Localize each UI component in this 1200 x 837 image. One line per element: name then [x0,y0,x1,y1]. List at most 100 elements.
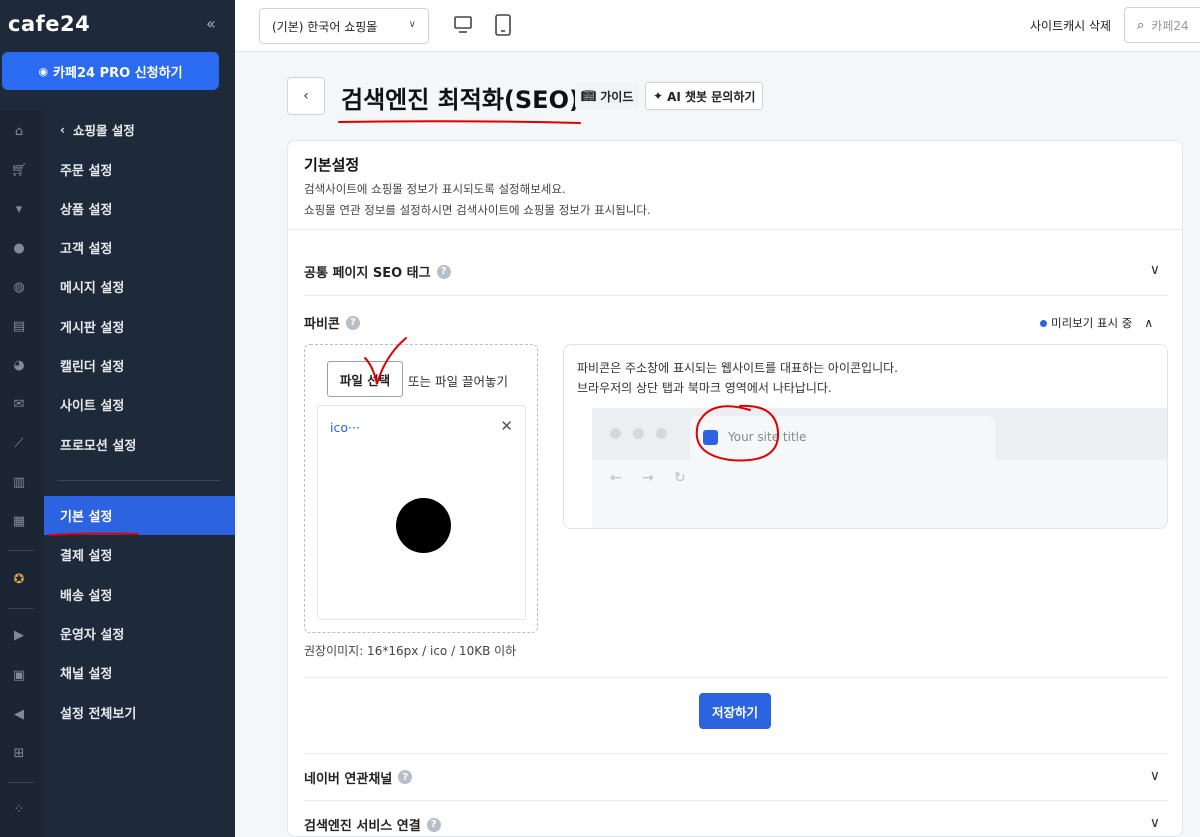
checkmark-annotation [364,337,407,385]
collapse-sidebar-button[interactable]: « [206,14,216,33]
youtube-icon[interactable]: ▶ [10,626,28,644]
title-underline-annotation [338,120,581,124]
preview-status-toggle[interactable]: 미리보기 표시 중 ∧ [1040,315,1153,331]
chevron-down-icon: ∨ [1149,768,1160,784]
menu-item-payment[interactable]: 결제 설정 [44,535,235,574]
home-icon[interactable]: ⌂ [10,122,28,140]
status-dot-icon [1040,319,1047,327]
chevron-down-icon: ∨ [1149,262,1160,278]
menu-item-order[interactable]: 주문 설정 [44,150,235,189]
card-description-1: 검색사이트에 쇼핑몰 정보가 표시되도록 설정해보세요. [304,182,566,196]
card-divider [288,229,1182,230]
menu-item-operator[interactable]: 운영자 설정 [44,614,235,653]
mobile-view-icon[interactable] [493,14,513,36]
favicon-preview-image [396,498,451,553]
drag-drop-hint: 또는 파일 끌어놓기 [408,374,508,389]
basic-settings-card: 기본설정 검색사이트에 쇼핑몰 정보가 표시되도록 설정해보세요. 쇼핑몰 연관… [287,140,1183,837]
settings-menu: ‹ 쇼핑몰 설정 주문 설정 상품 설정 고객 설정 메시지 설정 게시판 설정… [44,110,235,837]
excel-icon[interactable]: ▦ [10,512,28,530]
pro-apply-label: 카페24 PRO 신청하기 [53,65,183,81]
book-icon: 📖︎ [581,89,597,103]
chevron-left-icon: ‹ [60,122,65,137]
chevron-up-icon: ∧ [1144,316,1154,330]
guide-button[interactable]: 📖︎ 가이드 [575,83,640,109]
chat-icon[interactable]: ◍ [10,278,28,296]
store-icon[interactable]: ⊞ [10,744,28,762]
menu-item-shipping[interactable]: 배송 설정 [44,575,235,614]
ai-chatbot-label: AI 챗봇 문의하기 [667,89,756,104]
back-label: 쇼핑몰 설정 [72,123,135,138]
menu-item-all-settings[interactable]: 설정 전체보기 [44,693,235,732]
search-icon: ⌕ [1137,17,1145,33]
accordion-naver-title: 네이버 연관채널 [304,771,393,787]
menu-item-board[interactable]: 게시판 설정 [44,307,235,346]
delete-site-cache-button[interactable]: 사이트캐시 삭제 [1030,17,1111,34]
pc-view-icon[interactable] [453,15,473,35]
help-icon[interactable]: ? [345,315,360,330]
menu-item-product[interactable]: 상품 설정 [44,189,235,228]
badge-icon[interactable]: ✪ [10,570,28,588]
shop-icon[interactable]: ▣ [10,666,28,684]
accordion-search-engine[interactable]: 검색엔진 서비스 연결 ? ∨ [304,801,1168,836]
search-placeholder: 카페24 [1151,18,1189,33]
mall-select-value: (기본) 한국어 쇼핑몰 [272,19,378,34]
shirt-icon[interactable]: ▾ [10,200,28,218]
ai-chatbot-button[interactable]: ✦ AI 챗봇 문의하기 [645,82,764,110]
help-icon[interactable]: ? [398,770,413,784]
menu-item-channel[interactable]: 채널 설정 [44,653,235,692]
favicon-preview-box: 파비콘은 주소창에 표시되는 웹사이트를 대표하는 아이콘입니다. 브라우저의 … [563,344,1168,529]
arrow-right-icon: → [642,470,654,486]
rail-divider [8,782,34,783]
favicon-dropzone[interactable]: 파일 선택 또는 파일 끌어놓기 ico··· ✕ [304,344,538,633]
close-icon[interactable]: ✕ [500,417,513,435]
refresh-icon: ↻ [674,470,686,486]
page-title: 검색엔진 최적화(SEO) [341,86,580,114]
circle-annotation [695,404,780,462]
top-search-input[interactable]: ⌕ 카페24 [1124,7,1200,43]
top-bar: (기본) 한국어 쇼핑몰 ∨ 사이트캐시 삭제 ⌕ 카페24 [235,0,1200,52]
menu-item-promotion[interactable]: 프로모션 설정 [44,425,235,464]
browser-tab-bar: Your site title [592,408,1167,460]
mail-icon[interactable]: ✉ [10,395,28,413]
user-icon[interactable]: ● [10,239,28,257]
cart-icon[interactable]: 🛒︎ [10,161,28,179]
board-icon[interactable]: ▤ [10,317,28,335]
page-back-button[interactable]: ‹ [287,77,325,115]
megaphone-icon[interactable]: ◀ [10,705,28,723]
help-icon[interactable]: ? [436,264,451,279]
preview-description-2: 브라우저의 상단 탭과 북마크 영역에서 나타납니다. [577,381,832,395]
cafe24-logo[interactable]: cafe24 [8,12,90,36]
stats-icon[interactable]: ▥ [10,473,28,491]
accordion-common-seo-title: 공통 페이지 SEO 태그 [304,266,431,281]
menu-item-calendar[interactable]: 캘린더 설정 [44,346,235,385]
palette-icon[interactable]: ◕ [10,356,28,374]
window-dot [633,428,644,439]
accordion-search-engine-title: 검색엔진 서비스 연결 [304,819,421,834]
logo-row: cafe24 « [0,0,235,52]
menu-divider [58,480,221,481]
main-content: ‹ 검색엔진 최적화(SEO) 📖︎ 가이드 ✦ AI 챗봇 문의하기 기본설정… [235,52,1200,837]
icon-rail: ⌂ 🛒︎ ▾ ● ◍ ▤ ◕ ✉ ⟋ ▥ ▦ ✪ ▶ ▣ ◀ ⊞ ⁘ [0,110,44,837]
help-icon[interactable]: ? [426,817,441,832]
menu-item-message[interactable]: 메시지 설정 [44,267,235,306]
accordion-naver-channel[interactable]: 네이버 연관채널 ? ∨ [304,753,1168,801]
accordion-common-seo[interactable]: 공통 페이지 SEO 태그 ? ∨ [304,248,1168,296]
card-description-2: 쇼핑몰 연관 정보를 설정하시면 검색사이트에 쇼핑몰 정보가 표시됩니다. [304,203,651,217]
menu-underline-annotation [49,532,139,536]
menu-item-site[interactable]: 사이트 설정 [44,385,235,424]
mall-select[interactable]: (기본) 한국어 쇼핑몰 ∨ [259,8,429,44]
browser-mockup: Your site title ← → ↻ [592,404,1167,528]
back-to-mall-settings[interactable]: ‹ 쇼핑몰 설정 [44,110,235,149]
uploaded-file-name[interactable]: ico··· [330,420,360,435]
sidebar: cafe24 « ◉ 카페24 PRO 신청하기 ⌂ 🛒︎ ▾ ● ◍ ▤ ◕ … [0,0,235,837]
apps-icon[interactable]: ⁘ [10,800,28,818]
save-button[interactable]: 저장하기 [699,693,771,729]
menu-item-customer[interactable]: 고객 설정 [44,228,235,267]
chevron-left-icon: ‹ [303,88,309,104]
pro-apply-button[interactable]: ◉ 카페24 PRO 신청하기 [2,52,219,90]
recommended-image-note: 권장이미지: 16*16px / ico / 10KB 이하 [304,644,517,658]
chevron-down-icon: ∨ [1149,815,1160,831]
window-dot [610,428,621,439]
chevron-down-icon: ∨ [408,19,416,30]
chart-icon[interactable]: ⟋ [10,434,28,452]
